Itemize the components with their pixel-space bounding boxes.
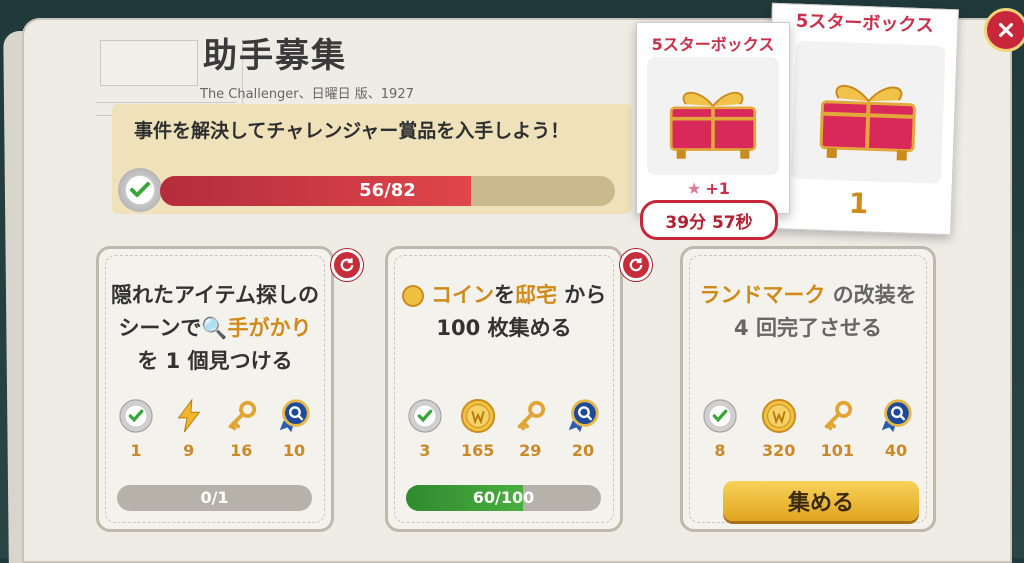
box-title: 5スターボックス	[795, 10, 935, 37]
key-icon	[222, 397, 260, 435]
refresh-button[interactable]	[331, 249, 363, 281]
reward-value: 20	[571, 441, 595, 460]
gift-box-image	[647, 57, 779, 175]
task-progress-label: 60/100	[472, 488, 535, 507]
task-card-1: 隠れたアイテム探しのシーンで🔍手がかりを 1 個見つける 1 9 16 10 0…	[96, 246, 363, 532]
coin-icon	[459, 397, 497, 435]
coin-icon	[760, 397, 798, 435]
reward-item: 40	[873, 397, 919, 460]
reward-value: 8	[714, 441, 726, 460]
check-badge-icon	[117, 397, 155, 435]
task-progress-bar: 0/1	[117, 485, 312, 511]
check-badge-icon	[118, 168, 162, 212]
reward-item: 165	[455, 397, 501, 460]
box-timer: 39分 57秒	[640, 200, 778, 240]
reward-value: 9	[183, 441, 195, 460]
collect-button[interactable]: 集める	[723, 481, 919, 521]
bonus-indicator: ★ +1	[687, 179, 730, 198]
current-star-box-card[interactable]: 5スターボックス ★ +1	[636, 22, 790, 214]
masthead-logo	[100, 40, 198, 86]
task-highlight: 邸宅	[515, 283, 557, 307]
task-description: 隠れたアイテム探しのシーンで🔍手がかりを 1 個見つける	[111, 279, 319, 378]
reward-value: 10	[282, 441, 306, 460]
lightning-icon	[170, 397, 208, 435]
reward-value: 101	[820, 441, 855, 460]
reward-item: 3	[402, 397, 448, 460]
key-icon	[818, 397, 856, 435]
check-badge-icon	[701, 397, 739, 435]
close-icon	[999, 23, 1013, 37]
page-title: 助手募集	[203, 36, 347, 76]
reward-item: 101	[814, 397, 860, 460]
reward-item: 10	[271, 397, 317, 460]
close-button[interactable]	[984, 8, 1024, 52]
star-icon: ★	[687, 179, 702, 198]
reward-item: 29	[507, 397, 553, 460]
reward-item: 9	[166, 397, 212, 460]
reward-list: 3 165 29 20	[402, 397, 606, 460]
magnifier-medal-icon	[564, 397, 602, 435]
overall-progress-bar: 56/82	[160, 176, 615, 206]
reward-value: 40	[884, 441, 908, 460]
reward-value: 3	[419, 441, 431, 460]
task-description: ランドマーク の改装を 4 回完了させる	[695, 279, 921, 345]
task-progress-bar: 60/100	[406, 485, 601, 511]
reward-list: 1 9 16 10	[113, 397, 317, 460]
task-card-2: コインを邸宅 から 100 枚集める 3 165 29 20 60/100	[385, 246, 652, 532]
key-icon	[511, 397, 549, 435]
reward-item: 320	[756, 397, 802, 460]
reward-item: 1	[113, 397, 159, 460]
magnifier-medal-icon	[877, 397, 915, 435]
reward-item: 20	[560, 397, 606, 460]
bonus-value: +1	[705, 179, 730, 198]
task-description: コインを邸宅 から 100 枚集める	[400, 279, 608, 345]
clue-icon: 🔍	[201, 316, 228, 340]
reward-value: 1	[130, 441, 142, 460]
magnifier-medal-icon	[275, 397, 313, 435]
task-card-3: ランドマーク の改装を 4 回完了させる 8 320 101 40 集める	[680, 246, 936, 532]
objective-text: 事件を解決してチャレンジャー賞品を入手しよう！	[134, 120, 570, 142]
refresh-button[interactable]	[620, 249, 652, 281]
task-text: を 1 個見つける	[137, 349, 293, 373]
reward-value: 29	[519, 441, 542, 460]
box-title: 5スターボックス	[651, 35, 775, 54]
reward-list: 8 320 101 40	[697, 397, 919, 460]
task-highlight: ランドマーク	[699, 283, 826, 307]
reward-item: 16	[218, 397, 264, 460]
reward-value: 16	[230, 441, 253, 460]
newspaper-edition: The Challenger、日曜日 版、1927	[200, 87, 414, 102]
task-highlight: 手がかり	[227, 316, 312, 340]
coin-icon	[401, 285, 424, 307]
task-progress-label: 0/1	[200, 488, 229, 507]
box-count: 1	[848, 186, 869, 221]
check-badge-icon	[406, 397, 444, 435]
reward-value: 165	[460, 441, 495, 460]
reward-value: 320	[761, 441, 796, 460]
task-highlight: コイン	[431, 283, 494, 307]
next-star-box-card[interactable]: 5スターボックス 1	[764, 2, 959, 236]
overall-progress-label: 56/82	[359, 180, 416, 201]
gift-box-image	[790, 40, 946, 184]
task-text: を	[494, 283, 515, 307]
reward-item: 8	[697, 397, 743, 460]
